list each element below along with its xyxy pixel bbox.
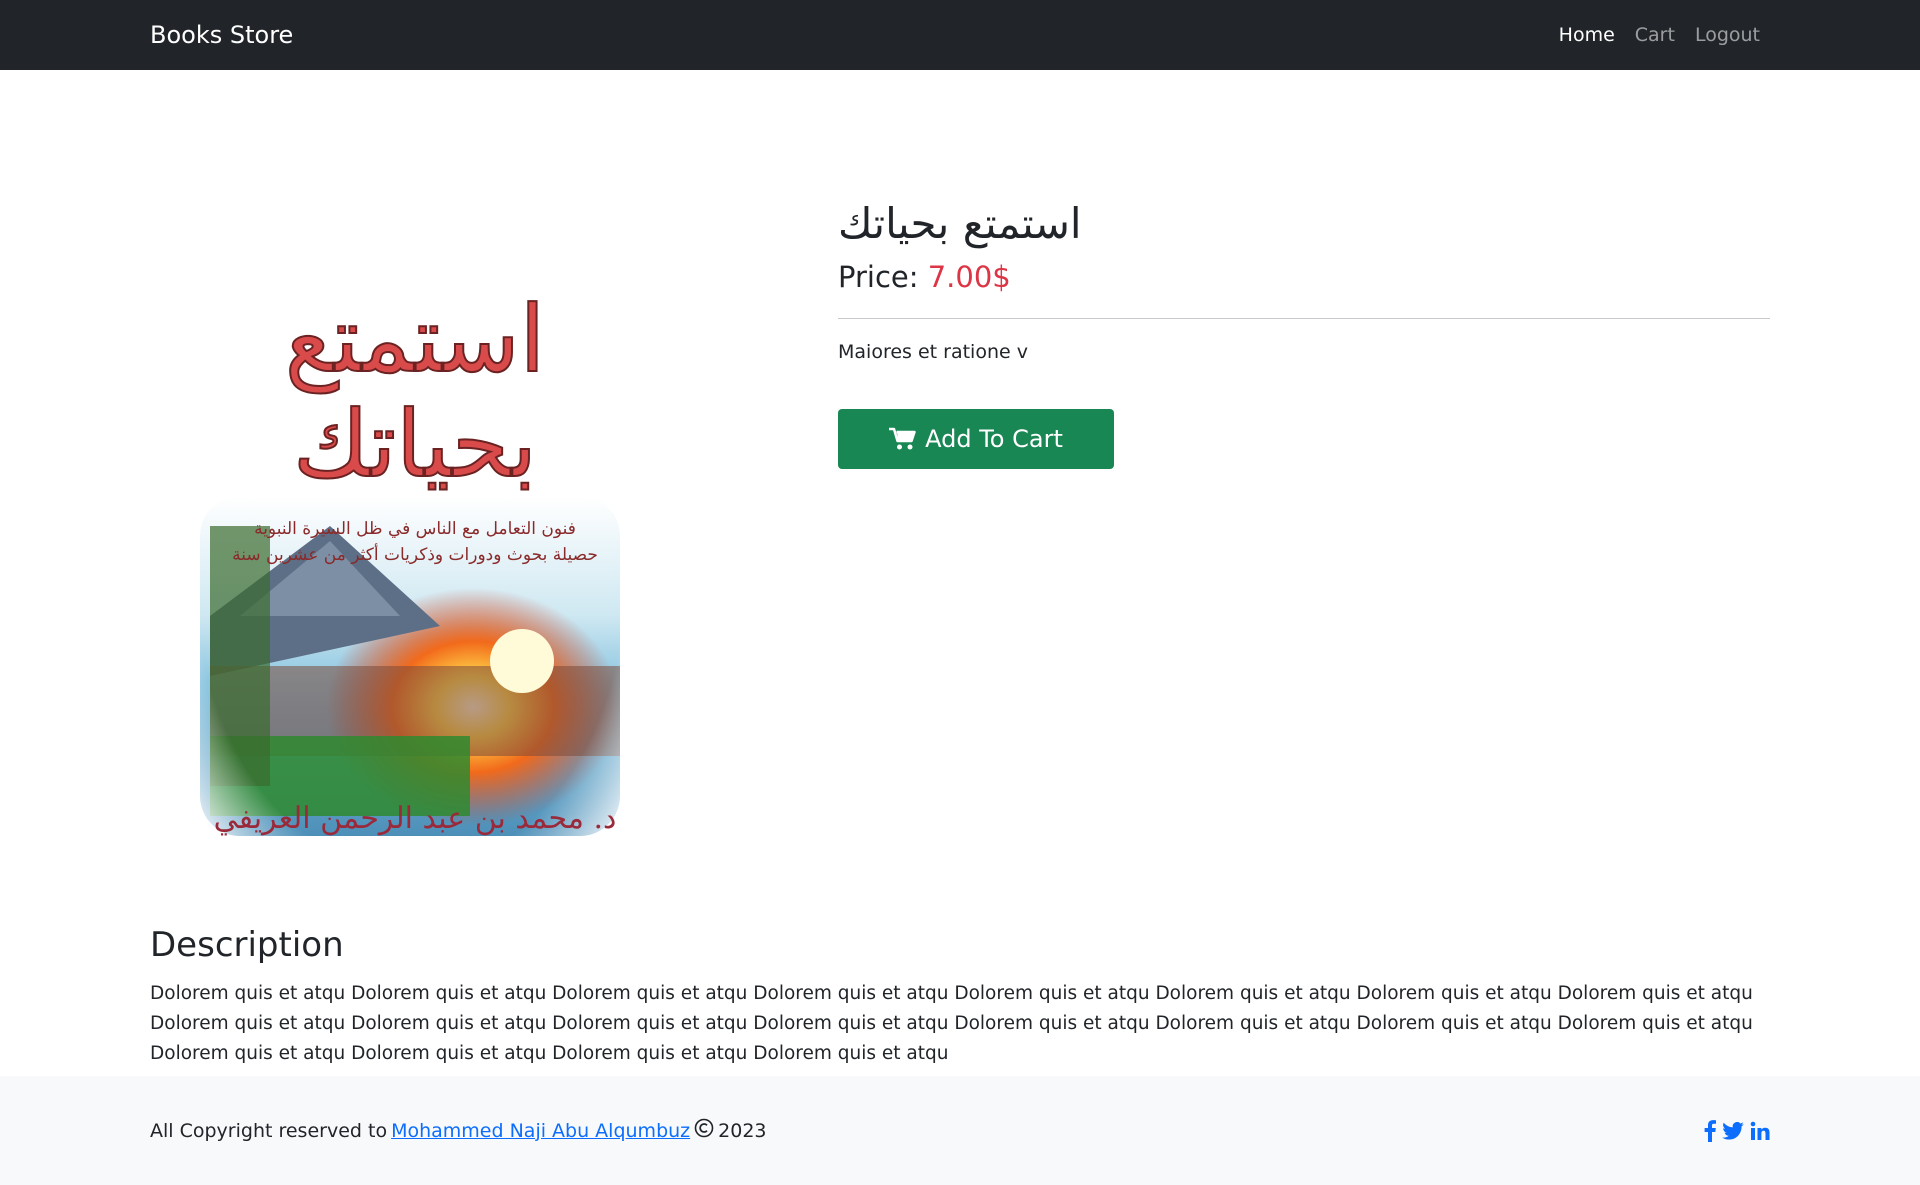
cart-icon bbox=[889, 427, 917, 451]
product-price: Price: 7.00$ bbox=[838, 260, 1770, 294]
short-description: Maiores et ratione v bbox=[838, 341, 1028, 363]
book-cover-image: استمتع بحياتك فنون التعامل مع الناس في ظ… bbox=[150, 196, 670, 896]
social-links bbox=[1704, 1119, 1770, 1142]
cover-subtitle-line2: حصيلة بحوث ودورات وذكريات أكثر من عشرين … bbox=[232, 543, 598, 565]
price-value: 7.00$ bbox=[927, 260, 1011, 294]
footer: All Copyright reserved to Mohammed Naji … bbox=[0, 1076, 1920, 1185]
price-label: Price: bbox=[838, 260, 919, 294]
add-to-cart-label: Add To Cart bbox=[925, 425, 1063, 453]
product-title: استمتع بحياتك bbox=[838, 199, 1082, 248]
add-to-cart-button[interactable]: Add To Cart bbox=[838, 409, 1114, 469]
nav-cart-link[interactable]: Cart bbox=[1635, 24, 1675, 46]
cover-subtitle-line1: فنون التعامل مع الناس في ظل السيرة النبو… bbox=[254, 519, 576, 539]
nav-home-link[interactable]: Home bbox=[1559, 24, 1615, 46]
copyright-prefix: All Copyright reserved to bbox=[150, 1119, 388, 1142]
nav-links: Home Cart Logout bbox=[1559, 24, 1760, 46]
divider bbox=[838, 318, 1770, 319]
nav-logout-link[interactable]: Logout bbox=[1695, 24, 1760, 46]
description-text: Dolorem quis et atqu Dolorem quis et atq… bbox=[150, 983, 1753, 1064]
author-link[interactable]: Mohammed Naji Abu Alqumbuz bbox=[391, 1120, 690, 1142]
product-section: استمتع بحياتك فنون التعامل مع الناس في ظ… bbox=[0, 70, 1920, 1064]
navbar: Books Store Home Cart Logout bbox=[0, 0, 1920, 70]
cover-title-line2: بحياتك bbox=[293, 391, 537, 498]
description-heading: Description bbox=[150, 925, 344, 965]
twitter-icon[interactable] bbox=[1722, 1121, 1744, 1140]
copyright-year: 2023 bbox=[718, 1119, 767, 1142]
cover-author: د. محمد بن عبد الرحمن العريفي bbox=[214, 801, 617, 836]
copyright: All Copyright reserved to Mohammed Naji … bbox=[150, 1118, 767, 1143]
linkedin-icon[interactable] bbox=[1750, 1121, 1770, 1141]
description-section: Description Dolorem quis et atqu Dolorem… bbox=[150, 925, 1770, 1069]
cover-title-line1: استمتع bbox=[285, 286, 545, 394]
brand-link[interactable]: Books Store bbox=[150, 21, 293, 49]
facebook-icon[interactable] bbox=[1704, 1119, 1716, 1142]
copyright-icon bbox=[694, 1118, 714, 1143]
product-info: استمتع بحياتك Price: 7.00$ Maiores et ra… bbox=[838, 196, 1770, 469]
